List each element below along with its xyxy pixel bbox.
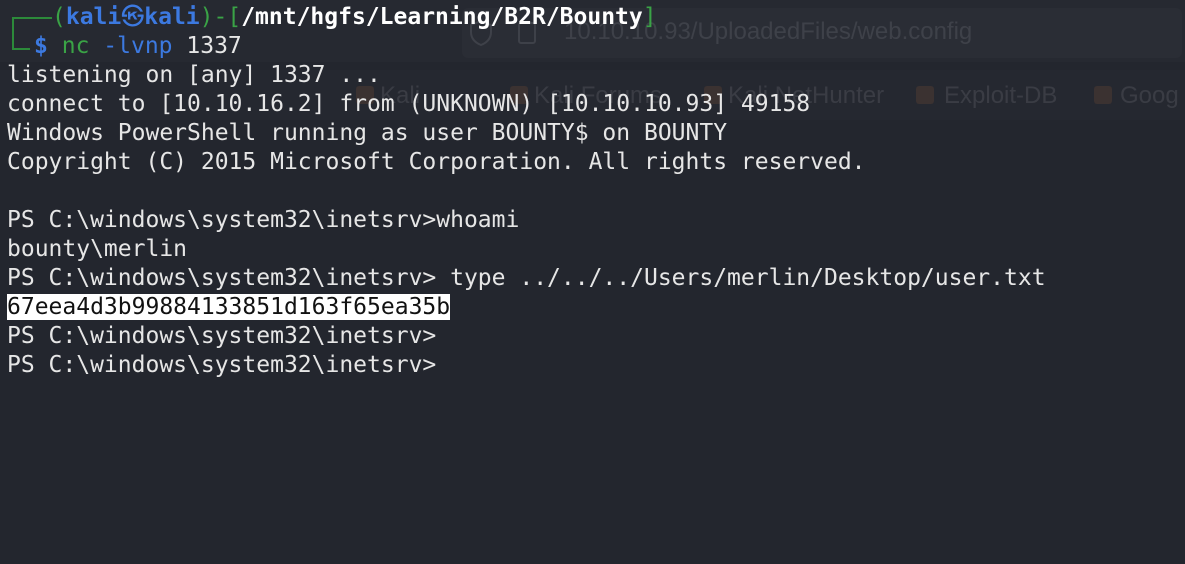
prompt-box-top bbox=[12, 17, 52, 19]
prompt-dollar: $ bbox=[34, 33, 48, 59]
output-line: connect to [10.10.16.2] from (UNKNOWN) [… bbox=[7, 91, 811, 117]
command-name: nc bbox=[61, 33, 90, 59]
prompt-bracket-close: ] bbox=[642, 4, 657, 30]
ps-prompt: PS C:\windows\system32\inetsrv> bbox=[7, 323, 437, 349]
output-line: listening on [any] 1337 ... bbox=[7, 62, 381, 88]
output-line: PS C:\windows\system32\inetsrv> type ../… bbox=[7, 265, 1046, 291]
kali-symbol-icon: ㉿ bbox=[121, 4, 145, 30]
prompt-host: kali bbox=[144, 4, 200, 30]
selected-hash[interactable]: 67eea4d3b99884133851d163f65ea35b bbox=[7, 294, 451, 320]
prompt-user: kali bbox=[65, 4, 122, 30]
output-line: Windows PowerShell running as user BOUNT… bbox=[7, 120, 728, 146]
ps-prompt: PS C:\windows\system32\inetsrv> bbox=[7, 352, 437, 378]
command-line: $ nc -lvnp 1337 bbox=[34, 32, 242, 61]
prompt-box-bottom bbox=[12, 48, 30, 50]
prompt-bracket-open: )-[ bbox=[199, 4, 242, 30]
prompt-open-paren: ( bbox=[52, 4, 66, 30]
terminal-window[interactable]: (kali㉿kali)-[/mnt/hgfs/Learning/B2R/Boun… bbox=[0, 0, 1185, 564]
output-line: bounty\merlin bbox=[7, 236, 188, 262]
output-line: PS C:\windows\system32\inetsrv>whoami bbox=[7, 207, 520, 233]
prompt-header: (kali㉿kali)-[/mnt/hgfs/Learning/B2R/Boun… bbox=[52, 3, 657, 32]
command-port: 1337 bbox=[186, 33, 242, 59]
user-flag-line[interactable]: 67eea4d3b99884133851d163f65ea35b bbox=[7, 293, 451, 322]
prompt-box-vertical bbox=[12, 17, 14, 50]
output-line: Copyright (C) 2015 Microsoft Corporation… bbox=[7, 149, 866, 175]
command-args: -lvnp bbox=[103, 33, 173, 59]
prompt-path: /mnt/hgfs/Learning/B2R/Bounty bbox=[241, 4, 643, 30]
